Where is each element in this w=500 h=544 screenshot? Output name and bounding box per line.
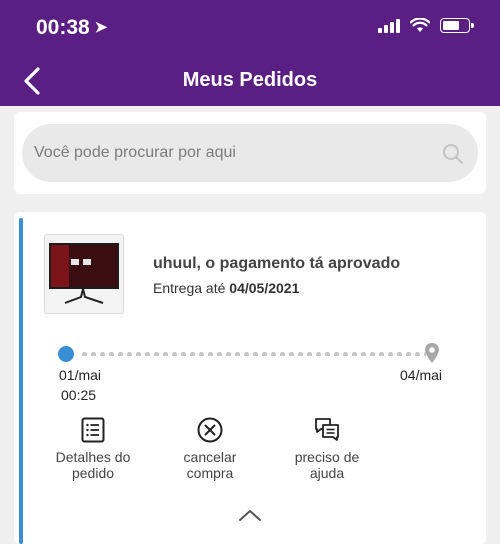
tracker-start-dot (58, 346, 74, 362)
need-help-label: preciso de ajuda (272, 449, 382, 481)
search-field[interactable] (22, 124, 478, 182)
battery-icon (440, 18, 474, 33)
need-help-label-line2: ajuda (309, 465, 345, 481)
tracker-start-time: 00:25 (61, 387, 97, 403)
chat-icon (315, 418, 339, 441)
search-icon[interactable] (442, 143, 464, 165)
product-thumbnail[interactable] (44, 234, 124, 314)
delivery-tracker (58, 342, 448, 363)
cancel-purchase-label-line1: cancelar (183, 449, 237, 465)
delivery-prefix: Entrega até (153, 280, 226, 296)
delivery-info: Entrega até 04/05/2021 (153, 280, 299, 296)
close-circle-icon (197, 417, 223, 443)
need-help-button[interactable]: preciso de ajuda (272, 417, 382, 481)
order-details-label-line1: Detalhes do (55, 449, 131, 465)
signal-icon (378, 18, 400, 33)
tracker-dotted-line (80, 352, 426, 356)
monitor-image (49, 243, 119, 304)
location-pin-icon (425, 343, 439, 363)
cancel-purchase-button[interactable]: cancelar compra (155, 417, 265, 481)
order-details-label: Detalhes do pedido (38, 449, 148, 481)
order-details-button[interactable]: Detalhes do pedido (38, 417, 148, 481)
app-header: 00:38 ➤ Meus Pedidos (0, 0, 500, 106)
cancel-purchase-label: cancelar compra (155, 449, 265, 481)
search-card (14, 112, 486, 194)
cancel-purchase-label-line2: compra (186, 465, 234, 481)
order-details-label-line2: pedido (71, 465, 115, 481)
location-arrow-icon: ➤ (94, 19, 108, 36)
list-icon (81, 417, 105, 443)
order-accent-bar (19, 218, 23, 544)
status-time: 00:38 ➤ (36, 16, 107, 40)
page-title: Meus Pedidos (182, 69, 318, 91)
search-input[interactable] (22, 124, 478, 182)
delivery-date: 04/05/2021 (229, 280, 300, 296)
chevron-up-icon[interactable] (237, 507, 263, 523)
need-help-label-line1: preciso de (294, 449, 360, 465)
tracker-start-date: 01/mai (59, 367, 102, 383)
status-time-text: 00:38 (36, 16, 90, 39)
status-icons (378, 18, 474, 33)
order-card[interactable]: uhuul, o pagamento tá aprovado Entrega a… (14, 212, 486, 544)
wifi-icon (410, 18, 430, 32)
order-status: uhuul, o pagamento tá aprovado (153, 255, 401, 272)
tracker-end-date: 04/mai (400, 367, 443, 383)
